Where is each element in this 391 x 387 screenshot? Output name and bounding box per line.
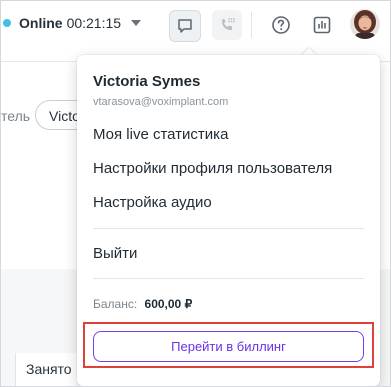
- status-timer: 00:21:15: [66, 15, 122, 31]
- menu-item-audio-settings[interactable]: Настройка аудио: [93, 194, 212, 211]
- balance-row: Баланс: 600,00 ₽: [93, 297, 192, 311]
- go-to-billing-button[interactable]: Перейти в биллинг: [93, 331, 364, 362]
- filter-label: тель: [1, 108, 31, 124]
- help-button[interactable]: [266, 10, 296, 40]
- phone-button[interactable]: [212, 10, 242, 40]
- chevron-down-icon: [131, 20, 142, 26]
- menu-divider: [93, 278, 364, 279]
- status-cell: Занято: [15, 353, 77, 386]
- user-name: Victoria Symes: [93, 73, 201, 90]
- status-selector[interactable]: Online 00:21:15: [3, 15, 142, 31]
- app-window: Online 00:21:15 тель Victo Занято Victor…: [0, 0, 391, 387]
- user-menu: Victoria Symes vtarasova@voximplant.com …: [77, 55, 380, 386]
- user-email: vtarasova@voximplant.com: [93, 96, 229, 108]
- menu-item-live-stats[interactable]: Моя live статистика: [93, 126, 228, 143]
- toolbar-divider: [251, 12, 252, 38]
- menu-item-profile-settings[interactable]: Настройки профиля пользователя: [93, 160, 332, 177]
- menu-item-logout[interactable]: Выйти: [93, 245, 137, 262]
- user-avatar[interactable]: [350, 9, 380, 39]
- status-dot-icon: [3, 19, 11, 27]
- balance-label: Баланс:: [93, 297, 138, 311]
- chat-icon: [178, 19, 192, 33]
- balance-value: 600,00 ₽: [144, 297, 193, 311]
- help-icon: [272, 16, 290, 34]
- menu-divider: [93, 228, 364, 229]
- status-label: Online: [19, 15, 63, 31]
- chat-button[interactable]: [169, 10, 201, 42]
- statistics-button[interactable]: [307, 10, 337, 40]
- avatar-image: [350, 9, 380, 39]
- top-bar: Online 00:21:15: [1, 1, 390, 49]
- stats-icon: [313, 16, 331, 34]
- phone-icon: [222, 18, 235, 30]
